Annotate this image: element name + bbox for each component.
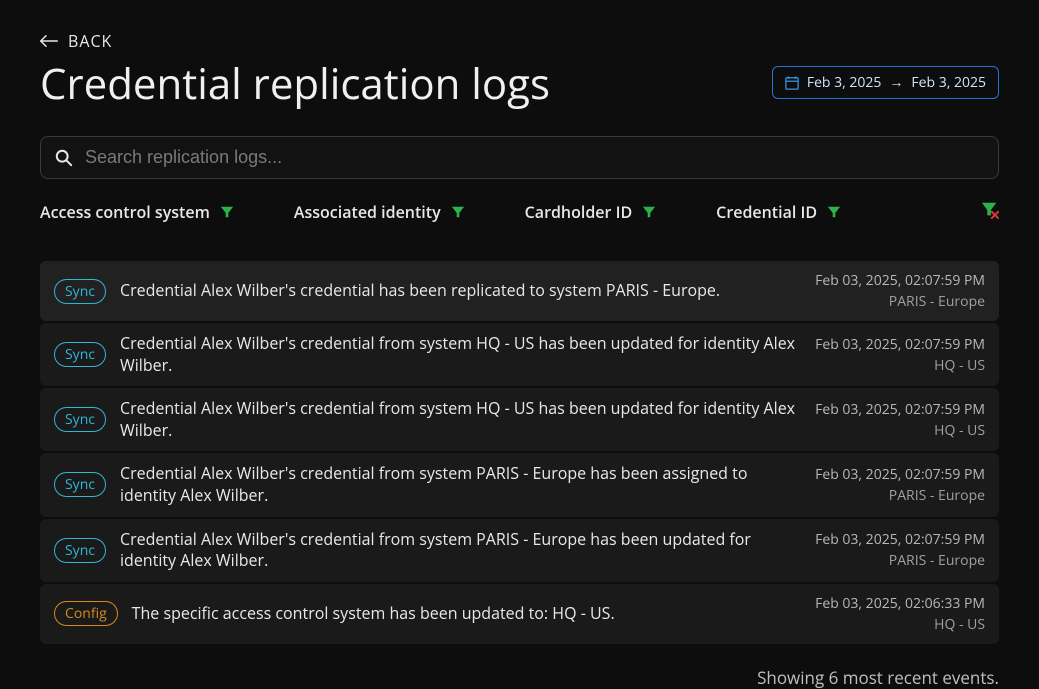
- system-tag: HQ - US: [476, 332, 534, 354]
- date-range-picker[interactable]: Feb 3, 2025 → Feb 3, 2025: [772, 66, 999, 99]
- filter-credential[interactable]: Credential ID: [716, 201, 841, 223]
- log-message: Credential Alex Wilber's credential from…: [120, 333, 801, 376]
- log-message: Credential Alex Wilber's credential from…: [120, 529, 801, 572]
- filter-icon: [220, 205, 234, 219]
- filter-acs[interactable]: Access control system: [40, 201, 234, 223]
- log-message: Credential Alex Wilber's credential from…: [120, 463, 801, 506]
- log-location: HQ - US: [815, 356, 985, 375]
- log-timestamp: Feb 03, 2025, 02:07:59 PM: [815, 271, 985, 290]
- filter-credential-label: Credential ID: [716, 201, 817, 223]
- system-tag: HQ - US: [552, 602, 610, 624]
- log-meta: Feb 03, 2025, 02:07:59 PM PARIS - Europe: [815, 465, 985, 505]
- log-msg-prefix: Credential Alex Wilber's credential from…: [120, 528, 476, 550]
- sync-badge: Sync: [54, 279, 106, 304]
- footer-count: Showing 6 most recent events.: [40, 666, 999, 689]
- clear-filters-button[interactable]: [981, 201, 999, 224]
- log-message: The specific access control system has b…: [132, 603, 801, 625]
- page-title: Credential replication logs: [40, 55, 550, 112]
- log-meta: Feb 03, 2025, 02:07:59 PM PARIS - Europe: [815, 530, 985, 570]
- search-icon: [55, 149, 73, 167]
- filter-icon: [827, 205, 841, 219]
- log-message: Credential Alex Wilber's credential has …: [120, 280, 801, 302]
- system-tag: PARIS - Europe: [476, 462, 586, 484]
- log-meta: Feb 03, 2025, 02:07:59 PM HQ - US: [815, 400, 985, 440]
- sync-badge: Sync: [54, 538, 106, 563]
- system-tag: HQ - US: [476, 397, 534, 419]
- log-msg-prefix: Credential Alex Wilber's credential from…: [120, 462, 476, 484]
- date-to: Feb 3, 2025: [911, 73, 986, 92]
- log-location: PARIS - Europe: [815, 486, 985, 505]
- calendar-icon: [785, 76, 799, 90]
- filter-identity[interactable]: Associated identity: [294, 201, 465, 223]
- back-label: BACK: [68, 30, 112, 52]
- filter-icon: [451, 205, 465, 219]
- log-location: PARIS - Europe: [815, 551, 985, 570]
- log-row[interactable]: Config The specific access control system…: [40, 584, 999, 644]
- log-msg-prefix: Credential Alex Wilber's credential from…: [120, 397, 476, 419]
- log-row[interactable]: Sync Credential Alex Wilber's credential …: [40, 261, 999, 321]
- arrow-left-icon: [40, 34, 58, 48]
- system-tag: PARIS - Europe: [606, 279, 716, 301]
- log-meta: Feb 03, 2025, 02:06:33 PM HQ - US: [815, 594, 985, 634]
- log-msg-suffix: .: [716, 279, 720, 301]
- log-list: Sync Credential Alex Wilber's credential …: [40, 261, 999, 644]
- system-tag: PARIS - Europe: [476, 528, 586, 550]
- filter-cardholder-label: Cardholder ID: [525, 201, 633, 223]
- search-box[interactable]: [40, 136, 999, 179]
- filter-cardholder[interactable]: Cardholder ID: [525, 201, 657, 223]
- log-msg-suffix: .: [610, 602, 614, 624]
- filter-icon: [642, 205, 656, 219]
- sync-badge: Sync: [54, 472, 106, 497]
- filter-clear-icon: [981, 201, 999, 219]
- log-timestamp: Feb 03, 2025, 02:07:59 PM: [815, 400, 985, 419]
- log-location: HQ - US: [815, 615, 985, 634]
- log-timestamp: Feb 03, 2025, 02:07:59 PM: [815, 530, 985, 549]
- log-msg-prefix: Credential Alex Wilber's credential has …: [120, 279, 606, 301]
- log-row[interactable]: Sync Credential Alex Wilber's credential …: [40, 388, 999, 451]
- log-row[interactable]: Sync Credential Alex Wilber's credential …: [40, 453, 999, 516]
- sync-badge: Sync: [54, 407, 106, 432]
- log-msg-prefix: Credential Alex Wilber's credential from…: [120, 332, 476, 354]
- log-location: PARIS - Europe: [815, 292, 985, 311]
- log-timestamp: Feb 03, 2025, 02:06:33 PM: [815, 594, 985, 613]
- filter-acs-label: Access control system: [40, 201, 210, 223]
- log-row[interactable]: Sync Credential Alex Wilber's credential …: [40, 519, 999, 582]
- log-location: HQ - US: [815, 421, 985, 440]
- date-from: Feb 3, 2025: [807, 73, 882, 92]
- filter-identity-label: Associated identity: [294, 201, 441, 223]
- log-message: Credential Alex Wilber's credential from…: [120, 398, 801, 441]
- log-row[interactable]: Sync Credential Alex Wilber's credential …: [40, 323, 999, 386]
- log-timestamp: Feb 03, 2025, 02:07:59 PM: [815, 465, 985, 484]
- back-button[interactable]: BACK: [40, 30, 112, 52]
- date-arrow: →: [889, 73, 903, 92]
- sync-badge: Sync: [54, 342, 106, 367]
- config-badge: Config: [54, 601, 118, 626]
- search-input[interactable]: [85, 147, 984, 168]
- log-meta: Feb 03, 2025, 02:07:59 PM PARIS - Europe: [815, 271, 985, 311]
- log-meta: Feb 03, 2025, 02:07:59 PM HQ - US: [815, 335, 985, 375]
- log-timestamp: Feb 03, 2025, 02:07:59 PM: [815, 335, 985, 354]
- log-msg-prefix: The specific access control system has b…: [132, 602, 553, 624]
